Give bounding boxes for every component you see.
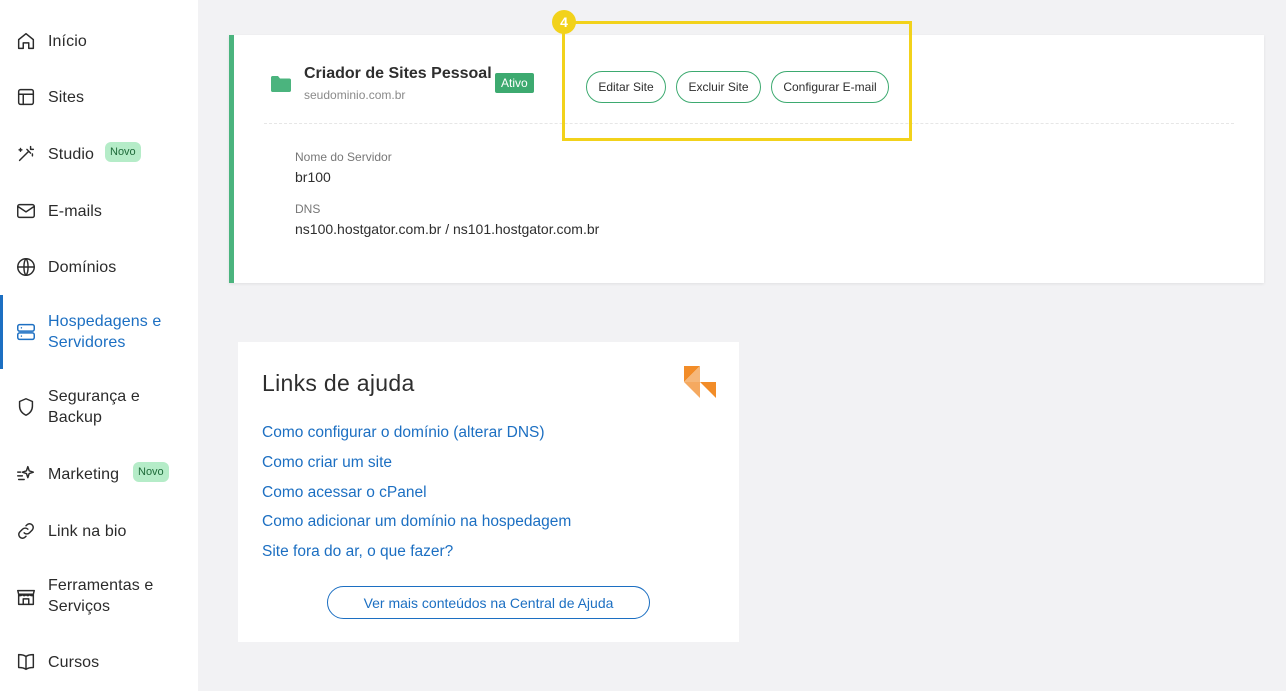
edit-site-button[interactable]: Editar Site <box>586 71 666 103</box>
delete-site-button[interactable]: Excluir Site <box>676 71 761 103</box>
store-icon <box>14 585 38 609</box>
hostgator-logo-icon <box>684 366 716 403</box>
sidebar-item-hospedagens[interactable]: Hospedagens e Servidores <box>0 295 198 369</box>
sidebar-item-label: Marketing <box>48 465 120 483</box>
globe-icon <box>14 255 38 279</box>
help-title: Links de ajuda <box>262 370 415 396</box>
server-name-label: Nome do Servidor <box>295 150 392 164</box>
sidebar-item-dominios[interactable]: Domínios <box>0 256 198 278</box>
step-marker: 4 <box>552 10 576 34</box>
magic-wand-icon <box>14 142 38 166</box>
divider <box>264 123 1234 124</box>
site-domain: seudominio.com.br <box>304 88 406 102</box>
configure-email-button[interactable]: Configurar E-mail <box>771 71 889 103</box>
help-link-create-site[interactable]: Como criar um site <box>262 454 392 472</box>
server-icon <box>14 320 38 344</box>
help-link-add-domain[interactable]: Como adicionar um domínio na hospedagem <box>262 513 571 531</box>
sidebar-item-seguranca[interactable]: Segurança e Backup <box>0 386 198 428</box>
sidebar-item-studio[interactable]: Studio Novo <box>0 142 198 166</box>
sidebar-item-cursos[interactable]: Cursos <box>0 651 198 673</box>
sparkle-icon <box>14 462 38 486</box>
sidebar-item-label: Sites <box>48 88 85 106</box>
help-link-site-down[interactable]: Site fora do ar, o que fazer? <box>262 543 453 561</box>
dns-label: DNS <box>295 202 321 216</box>
sidebar-item-emails[interactable]: E-mails <box>0 200 198 222</box>
sidebar-item-ferramentas[interactable]: Ferramentas e Serviços <box>0 575 198 617</box>
sidebar-item-label: Hospedagens e Servidores <box>48 313 162 351</box>
sidebar-item-label: Ferramentas e Serviços <box>48 577 154 615</box>
folder-icon <box>270 75 292 98</box>
new-badge: Novo <box>105 142 141 162</box>
help-link-dns[interactable]: Como configurar o domínio (alterar DNS) <box>262 424 545 442</box>
sidebar-item-link-na-bio[interactable]: Link na bio <box>0 520 198 542</box>
sidebar-item-label: Link na bio <box>48 522 127 540</box>
new-badge: Novo <box>133 462 169 482</box>
sidebar-item-inicio[interactable]: Início <box>0 30 198 52</box>
sidebar: Início Sites Studio Novo E-mails Domínio… <box>0 0 198 691</box>
home-icon <box>14 29 38 53</box>
sidebar-item-label: Studio <box>48 145 94 163</box>
site-card: Criador de Sites Pessoal seudominio.com.… <box>229 35 1264 283</box>
status-badge: Ativo <box>495 73 534 93</box>
dns-value: ns100.hostgator.com.br / ns101.hostgator… <box>295 221 600 237</box>
sidebar-item-sites[interactable]: Sites <box>0 86 198 108</box>
sidebar-item-label: E-mails <box>48 202 103 220</box>
sidebar-item-label: Domínios <box>48 258 117 276</box>
book-icon <box>14 650 38 674</box>
help-card: Links de ajuda Como configurar o domínio… <box>238 342 739 642</box>
sidebar-item-label: Início <box>48 32 87 50</box>
shield-icon <box>14 395 38 419</box>
mail-icon <box>14 199 38 223</box>
sidebar-item-label: Segurança e Backup <box>48 388 140 426</box>
help-link-cpanel[interactable]: Como acessar o cPanel <box>262 484 427 502</box>
site-title: Criador de Sites Pessoal <box>304 65 492 82</box>
sidebar-item-label: Cursos <box>48 653 100 671</box>
server-name-value: br100 <box>295 169 331 185</box>
layout-icon <box>14 85 38 109</box>
help-center-button[interactable]: Ver mais conteúdos na Central de Ajuda <box>327 586 650 619</box>
sidebar-item-marketing[interactable]: Marketing Novo <box>0 462 198 486</box>
link-icon <box>14 519 38 543</box>
